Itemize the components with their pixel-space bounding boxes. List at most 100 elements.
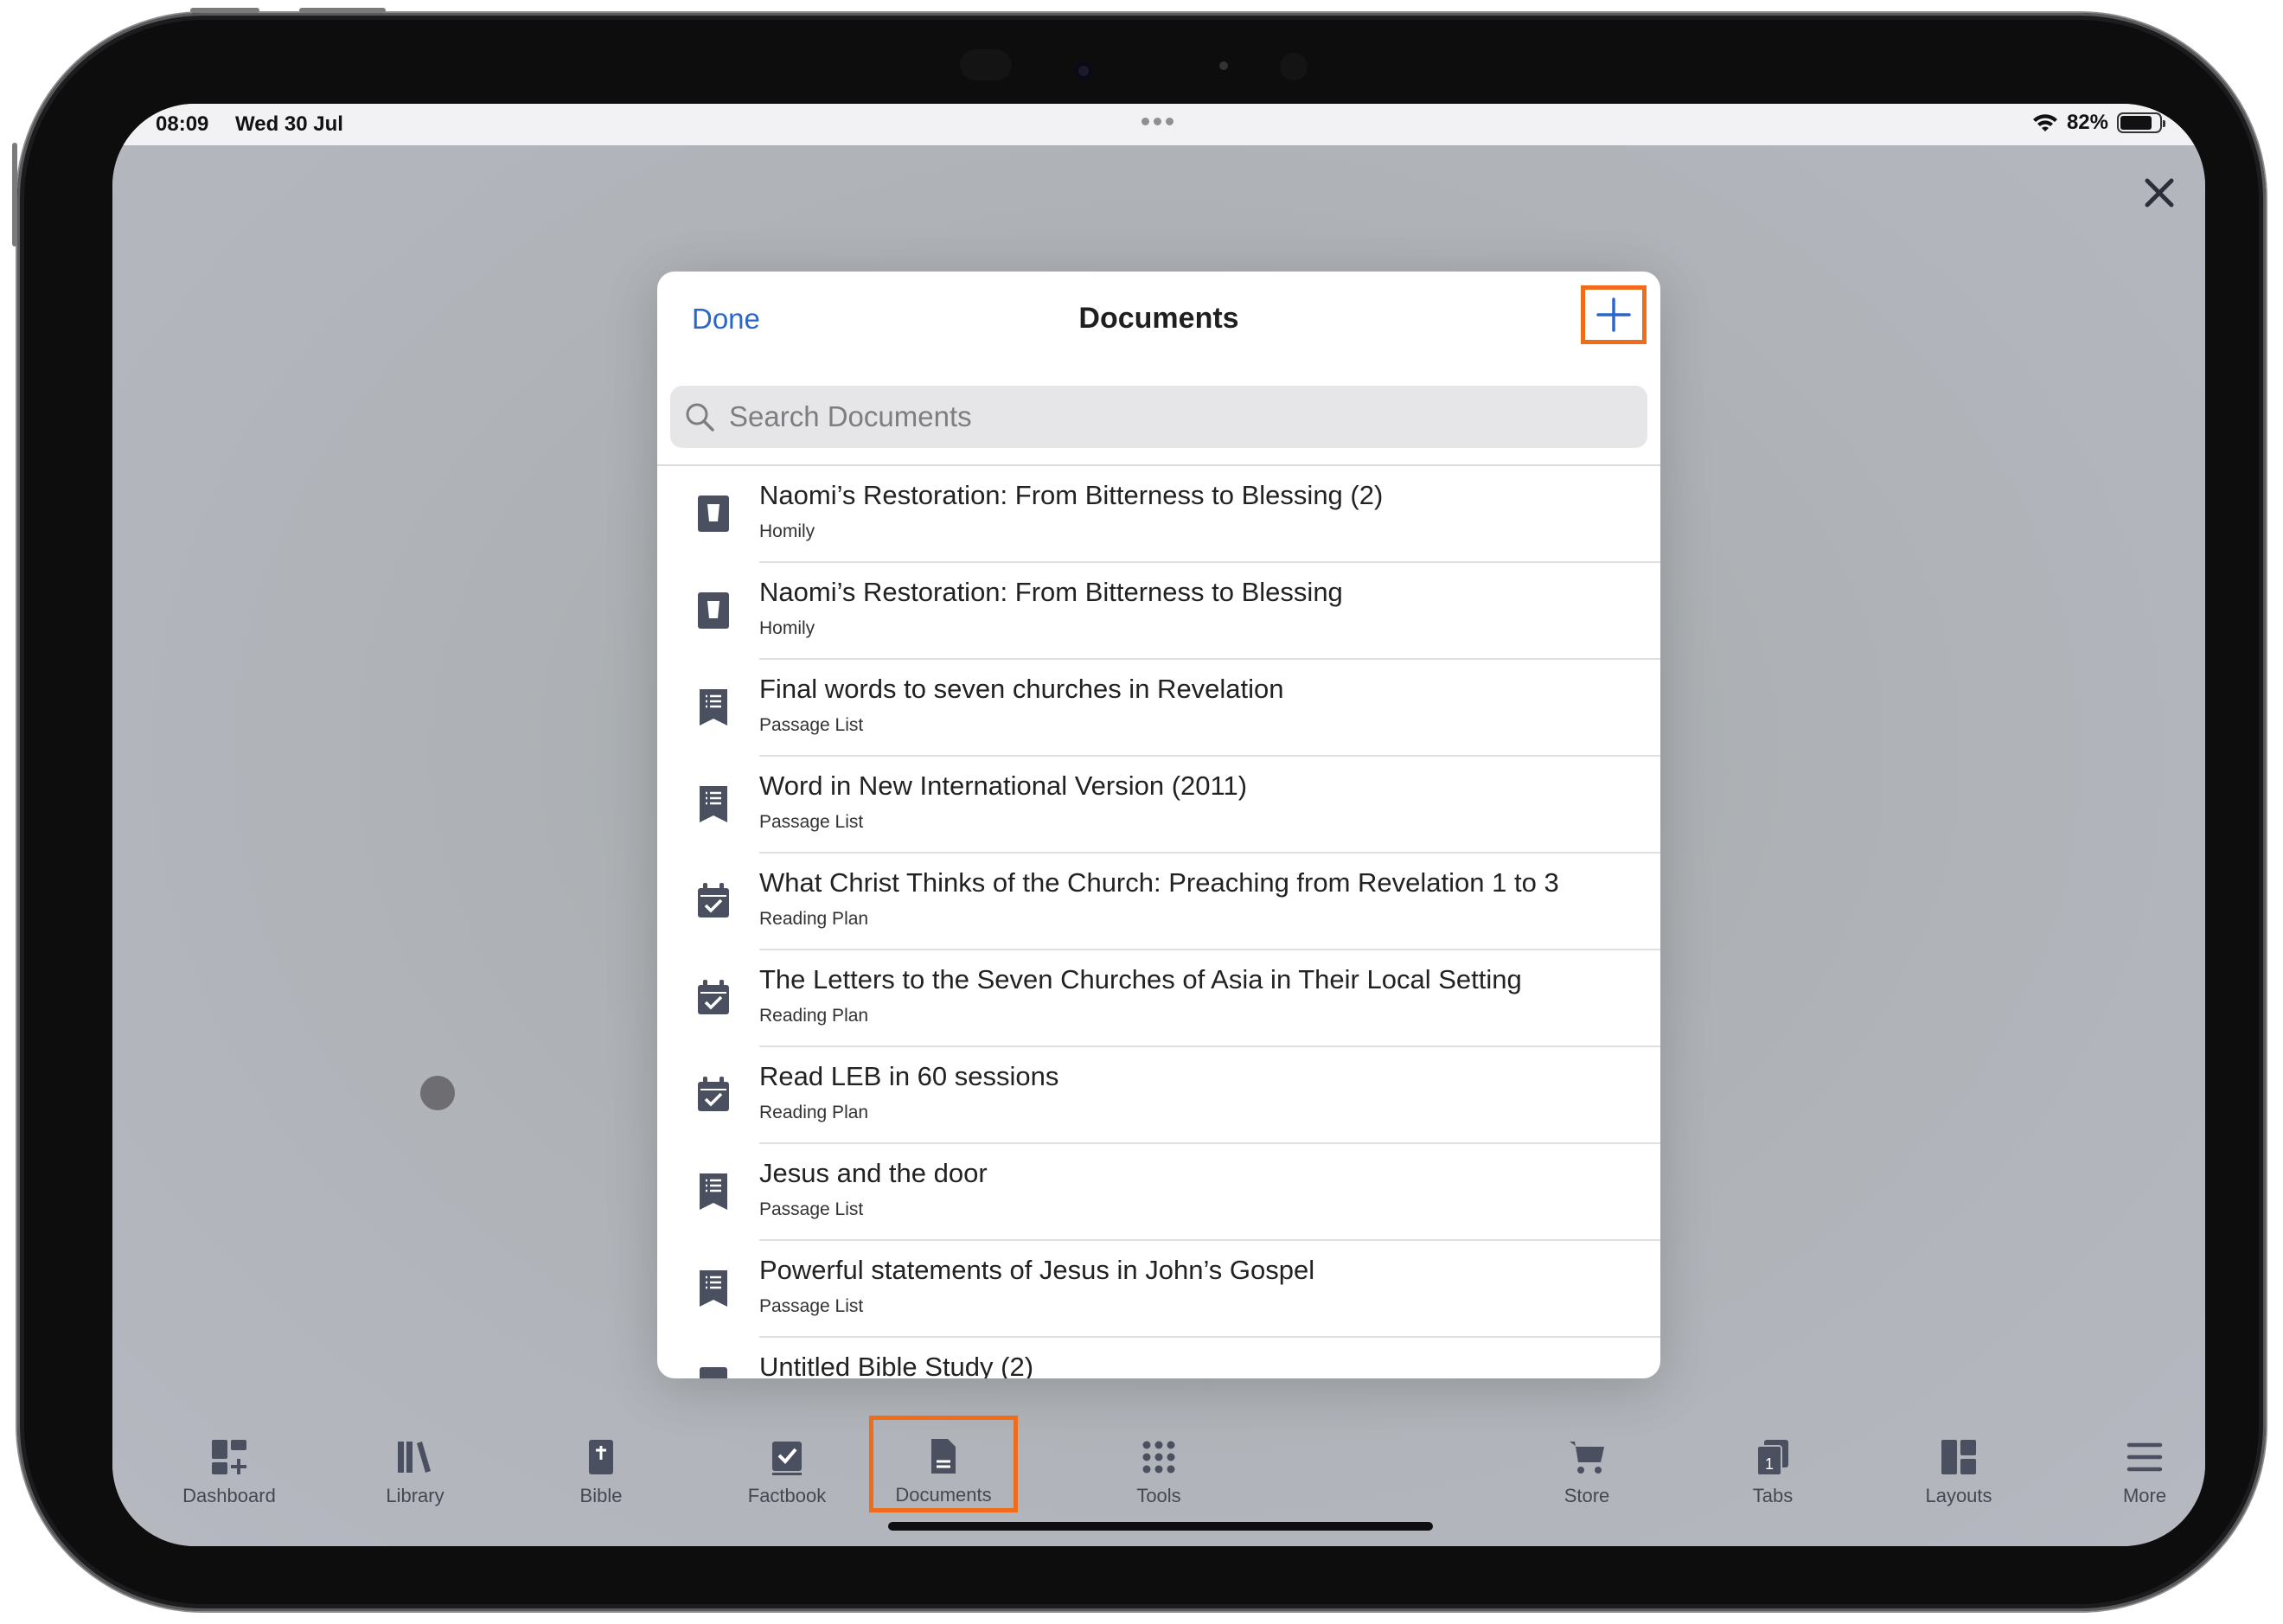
tab-label: Library [386, 1485, 444, 1506]
store-icon [1568, 1435, 1606, 1476]
documents-icon [924, 1434, 962, 1475]
status-right: 82% [2032, 111, 2165, 135]
pointer-dot [420, 1076, 455, 1110]
document-title: Final words to seven churches in Revelat… [759, 674, 1284, 704]
document-type: Passage List [759, 812, 864, 832]
document-row[interactable]: Final words to seven churches in Revelat… [657, 660, 1660, 757]
tab-label: More [2122, 1485, 2167, 1506]
tab-label: Dashboard [182, 1485, 276, 1506]
homily-icon [695, 591, 732, 630]
search-icon [686, 403, 714, 432]
document-title: Word in New International Version (2011) [759, 770, 1248, 801]
document-title: Jesus and the door [759, 1158, 988, 1188]
factbook-icon [768, 1435, 806, 1476]
document-row[interactable]: What Christ Thinks of the Church: Preach… [657, 854, 1660, 950]
layouts-icon [1940, 1435, 1978, 1476]
document-row[interactable]: Powerful statements of Jesus in John’s G… [657, 1241, 1660, 1338]
reading-plan-icon [695, 978, 732, 1018]
passage-list-icon [695, 1269, 732, 1308]
modal-header: Done Documents [657, 272, 1660, 368]
document-title: What Christ Thinks of the Church: Preach… [759, 867, 1559, 898]
document-row[interactable]: Read LEB in 60 sessions Reading Plan [657, 1047, 1660, 1144]
home-indicator[interactable] [888, 1522, 1433, 1531]
document-row[interactable]: Naomi’s Restoration: From Bitterness to … [657, 563, 1660, 660]
status-time: 08:09 [156, 112, 209, 136]
tab-documents[interactable]: Documents [869, 1416, 1018, 1512]
document-type: Homily [759, 618, 815, 638]
reading-plan-icon [695, 1075, 732, 1115]
multitasking-dots[interactable] [1142, 118, 1173, 125]
battery-icon [2117, 112, 2165, 133]
passage-list-icon [695, 1172, 732, 1212]
document-row[interactable]: Word in New International Version (2011)… [657, 757, 1660, 854]
tab-label: Bible [579, 1485, 623, 1506]
sensor-dot [1219, 61, 1228, 70]
document-row[interactable]: The Letters to the Seven Churches of Asi… [657, 950, 1660, 1047]
more-icon [2126, 1435, 2164, 1476]
search-input[interactable] [729, 400, 1594, 433]
search-bar[interactable] [670, 386, 1647, 448]
battery-fill [2120, 116, 2152, 130]
documents-list: Naomi’s Restoration: From Bitterness to … [657, 464, 1660, 1378]
volume-button-top [190, 8, 259, 13]
tab-label: Layouts [1925, 1485, 1992, 1506]
document-title: Naomi’s Restoration: From Bitterness to … [759, 577, 1343, 607]
document-type: Reading Plan [759, 1006, 869, 1026]
power-button [12, 143, 17, 246]
library-icon [396, 1435, 434, 1476]
tab-label: Documents [895, 1484, 992, 1506]
screen: 08:09 Wed 30 Jul 82% Done Documents Sear… [112, 104, 2205, 1546]
tools-icon [1140, 1435, 1178, 1476]
passage-list-icon [695, 784, 732, 824]
tab-store[interactable]: Store [1522, 1435, 1652, 1521]
tab-label: Store [1564, 1485, 1610, 1506]
tab-tabs[interactable]: 1 Tabs [1708, 1435, 1838, 1521]
homily-icon [695, 494, 732, 534]
bible-study-icon [695, 1365, 732, 1378]
tab-label: Factbook [747, 1485, 827, 1506]
tab-layouts[interactable]: Layouts [1894, 1435, 2024, 1521]
add-document-button[interactable] [1581, 285, 1647, 344]
document-title: The Letters to the Seven Churches of Asi… [759, 964, 1522, 994]
bible-icon [582, 1435, 620, 1476]
sensor-right [1280, 53, 1308, 80]
status-bar: 08:09 Wed 30 Jul 82% [112, 104, 2205, 145]
document-type: Reading Plan [759, 909, 869, 929]
tab-library[interactable]: Library [350, 1435, 480, 1521]
svg-text:1: 1 [1765, 1455, 1774, 1473]
document-type: Passage List [759, 1296, 864, 1316]
document-type: Passage List [759, 1199, 864, 1219]
volume-button-top-2 [299, 8, 386, 13]
wifi-icon [2032, 114, 2057, 131]
plus-icon [1596, 297, 1631, 332]
tab-dashboard[interactable]: Dashboard [164, 1435, 294, 1521]
document-type: Homily [759, 521, 815, 541]
sensor [960, 49, 1012, 80]
tab-label: Tabs [1752, 1485, 1794, 1506]
modal-title: Documents [1078, 302, 1239, 335]
battery-percent: 82% [2066, 111, 2108, 134]
document-row[interactable]: Jesus and the door Passage List [657, 1144, 1660, 1241]
passage-list-icon [695, 687, 732, 727]
reading-plan-icon [695, 881, 732, 921]
document-title: Naomi’s Restoration: From Bitterness to … [759, 480, 1384, 510]
tab-label: Tools [1136, 1485, 1181, 1506]
document-type: Reading Plan [759, 1103, 869, 1122]
document-row[interactable]: Naomi’s Restoration: From Bitterness to … [657, 466, 1660, 563]
tab-factbook[interactable]: Factbook [722, 1435, 852, 1521]
documents-modal: Done Documents Naomi’s Restoration: From… [657, 272, 1660, 1378]
document-type: Passage List [759, 715, 864, 735]
document-title: Powerful statements of Jesus in John’s G… [759, 1255, 1315, 1285]
close-icon[interactable] [2135, 169, 2184, 217]
document-title: Untitled Bible Study (2) [759, 1352, 1034, 1378]
ipad-frame: 08:09 Wed 30 Jul 82% Done Documents Sear… [12, 8, 2266, 1611]
front-camera [1074, 61, 1093, 80]
document-title: Read LEB in 60 sessions [759, 1061, 1059, 1091]
document-row[interactable]: Untitled Bible Study (2) [657, 1338, 1660, 1378]
dashboard-icon [210, 1435, 248, 1476]
tab-bible[interactable]: Bible [536, 1435, 666, 1521]
status-date: Wed 30 Jul [235, 112, 343, 136]
tab-more[interactable]: More [2080, 1435, 2205, 1521]
tabs-icon: 1 [1754, 1435, 1792, 1476]
tab-tools[interactable]: Tools [1094, 1435, 1224, 1521]
